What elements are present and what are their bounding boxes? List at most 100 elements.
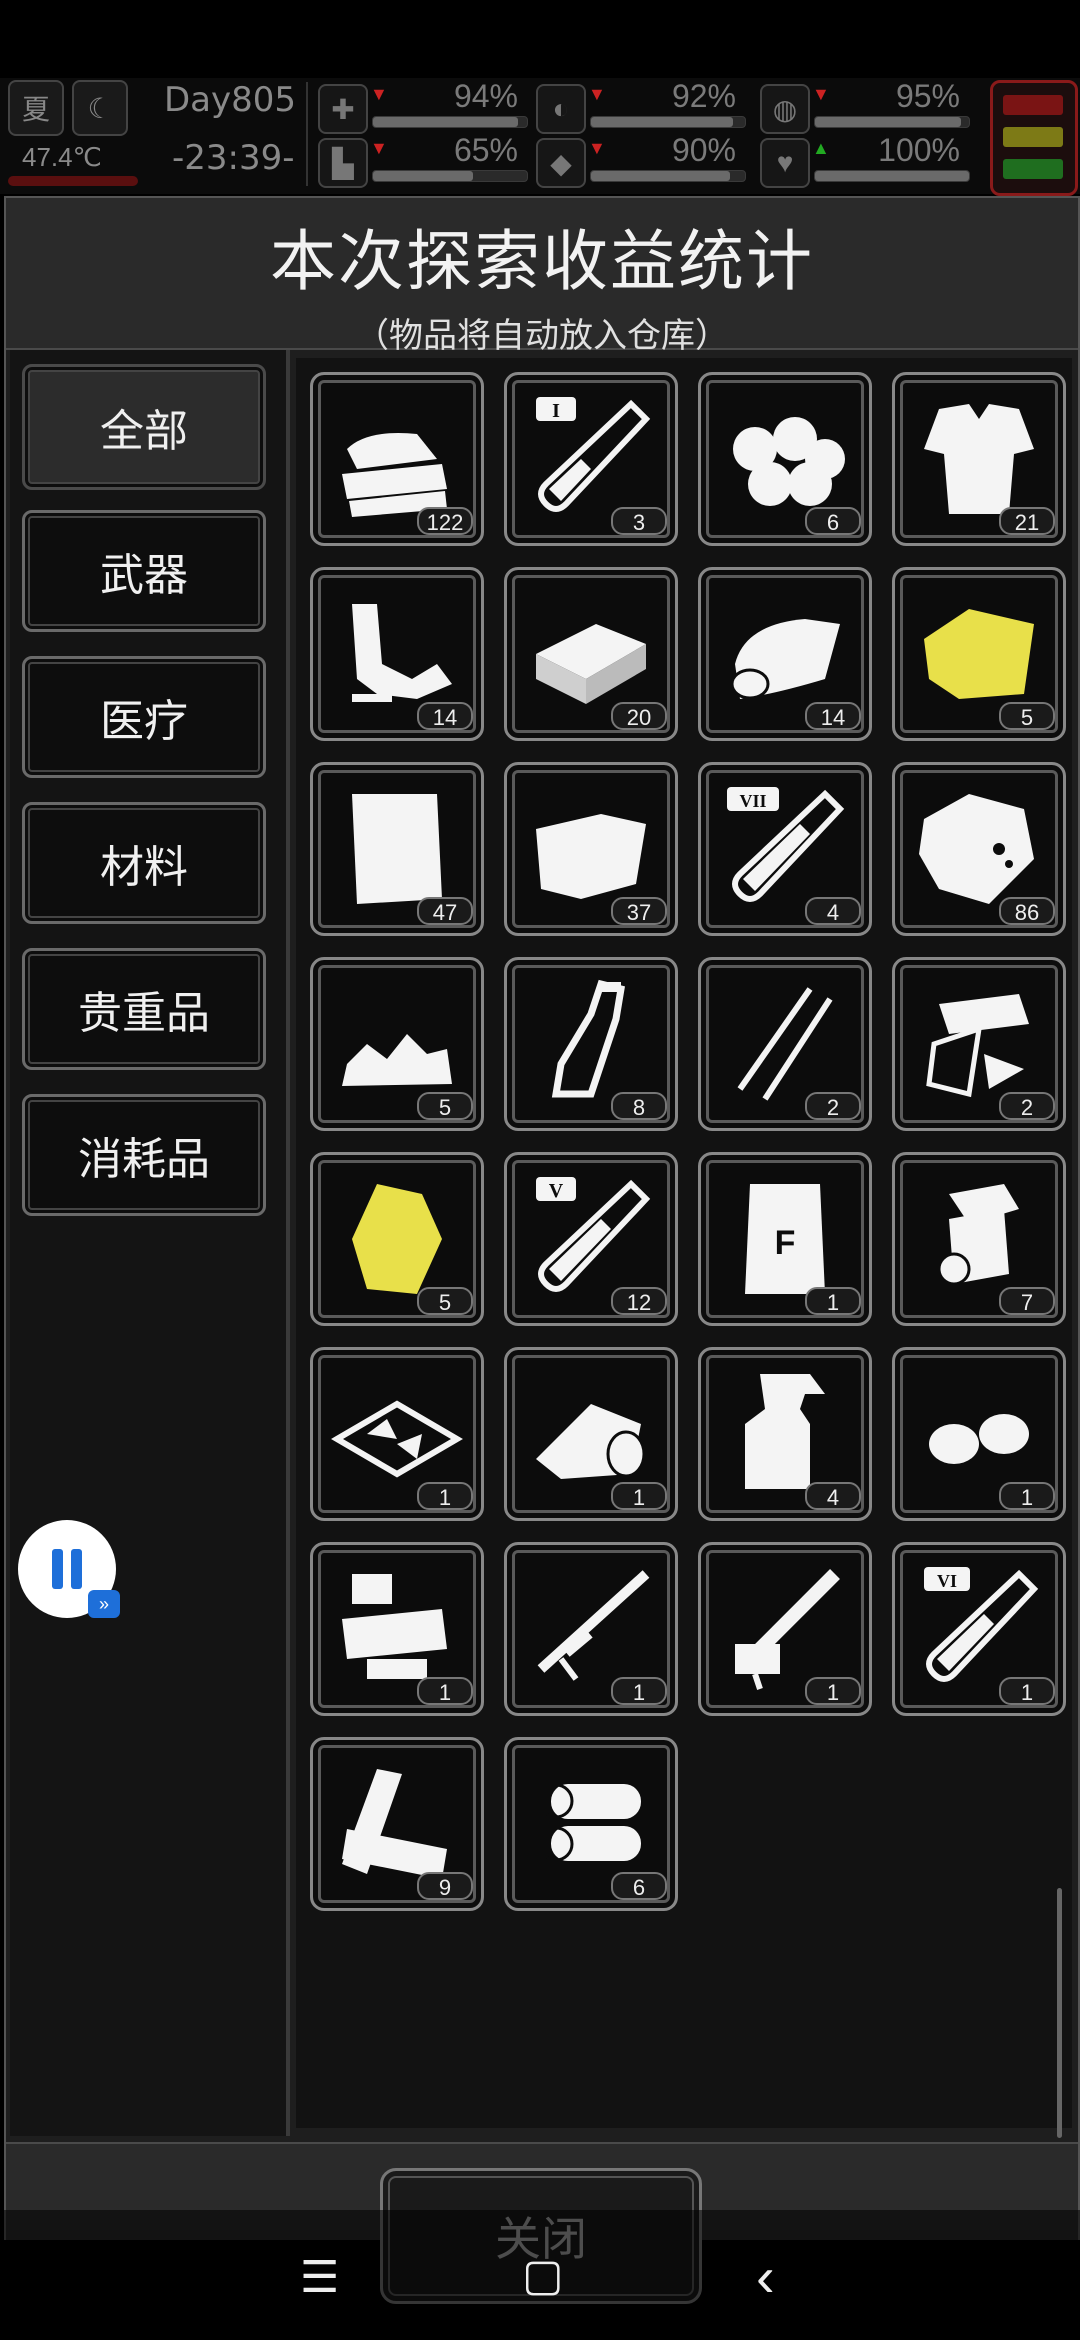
category-tab-medical[interactable]: 医疗 xyxy=(22,656,266,778)
stomach-icon: ◐ xyxy=(536,84,586,134)
hunger-bar-fill xyxy=(591,117,733,127)
svg-text:F: F xyxy=(775,1224,796,1262)
mask-icon: ◍ xyxy=(760,84,810,134)
inventory-item-slot[interactable]: V 12 xyxy=(504,1152,678,1326)
item-count: 4 xyxy=(805,897,861,925)
dialog-title: 本次探索收益统计 xyxy=(270,223,814,300)
stamina-bar-fill xyxy=(373,171,474,181)
inventory-item-slot[interactable]: 47 xyxy=(310,762,484,936)
inventory-item-slot[interactable]: 2 xyxy=(698,957,872,1131)
heart-bar-fill xyxy=(815,171,969,181)
category-tab-valuables[interactable]: 贵重品 xyxy=(22,948,266,1070)
exploration-rewards-dialog: 本次探索收益统计 （物品将自动放入仓库） 全部 武器 医疗 材料 贵重品 消耗品… xyxy=(4,196,1080,2240)
inventory-item-slot[interactable]: 1 xyxy=(310,1542,484,1716)
inventory-item-slot[interactable]: 14 xyxy=(698,567,872,741)
item-count: 7 xyxy=(999,1287,1055,1315)
menu-nav-button[interactable]: ☰ xyxy=(300,2252,339,2303)
item-count: 2 xyxy=(805,1092,861,1120)
thirst-bar xyxy=(590,170,746,182)
mood-value: 95% xyxy=(895,78,960,114)
inventory-item-slot[interactable]: 1 xyxy=(504,1347,678,1521)
inventory-item-slot[interactable]: VII 4 xyxy=(698,762,872,936)
mood-bar xyxy=(814,116,970,128)
home-nav-button[interactable]: ▢ xyxy=(522,2250,564,2301)
thirst-bar-fill xyxy=(591,171,730,181)
item-count: 1 xyxy=(417,1482,473,1510)
svg-text:I: I xyxy=(552,400,560,422)
item-count: 1 xyxy=(805,1677,861,1705)
category-tab-weapons[interactable]: 武器 xyxy=(22,510,266,632)
stamina-bar xyxy=(372,170,528,182)
inventory-item-slot[interactable]: 4 xyxy=(698,1347,872,1521)
inventory-item-slot[interactable]: 5 xyxy=(310,1152,484,1326)
item-count: 1 xyxy=(417,1677,473,1705)
stamina-value: 65% xyxy=(453,132,518,168)
moon-icon: ☾ xyxy=(72,80,128,136)
inventory-item-slot[interactable]: 8 xyxy=(504,957,678,1131)
inventory-item-slot[interactable]: 2 xyxy=(892,957,1066,1131)
system-navigation-bar: ☰ ▢ ‹ xyxy=(0,2210,1080,2340)
svg-text:VI: VI xyxy=(937,1571,957,1591)
inventory-item-slot[interactable]: 1 xyxy=(310,1347,484,1521)
svg-text:V: V xyxy=(549,1180,564,1202)
season-label: 夏 xyxy=(21,94,50,125)
inventory-item-slot[interactable]: 20 xyxy=(504,567,678,741)
temperature-bar xyxy=(8,176,138,186)
inventory-item-slot[interactable]: 37 xyxy=(504,762,678,936)
item-count: 47 xyxy=(417,897,473,925)
heart-bar xyxy=(814,170,970,182)
inventory-item-slot[interactable]: 21 xyxy=(892,372,1066,546)
game-clock: -23:39- xyxy=(172,138,295,178)
system-status-bar xyxy=(0,0,1080,80)
inventory-item-slot[interactable]: 122 xyxy=(310,372,484,546)
item-count: 5 xyxy=(417,1092,473,1120)
pause-icon xyxy=(52,1549,82,1589)
item-count: 12 xyxy=(611,1287,667,1315)
inventory-item-slot[interactable]: 1 xyxy=(504,1542,678,1716)
alert-light-green xyxy=(1003,159,1063,179)
inventory-item-slot[interactable]: 1 xyxy=(698,1542,872,1716)
item-count: 14 xyxy=(805,702,861,730)
game-hud: 夏 ☾ 47.4℃ Day805 -23:39- ✚ ▼ 94% ◐ ▼ 92%… xyxy=(0,78,1080,196)
item-count: 6 xyxy=(805,507,861,535)
item-count: 4 xyxy=(805,1482,861,1510)
item-count: 1 xyxy=(611,1482,667,1510)
day-counter: Day805 xyxy=(164,80,297,120)
inventory-item-slot[interactable]: 6 xyxy=(504,1737,678,1911)
inventory-item-slot[interactable]: 86 xyxy=(892,762,1066,936)
item-grid: 122 I 3 6 21 14 20 14 5 47 37 VII 4 86 5 8… xyxy=(296,358,1072,2138)
alert-light-red xyxy=(1003,95,1063,115)
health-value: 94% xyxy=(453,78,518,114)
grid-scrollbar[interactable] xyxy=(1057,1888,1062,2138)
item-count: 1 xyxy=(999,1482,1055,1510)
heart-value: 100% xyxy=(878,132,960,168)
season-indicator: 夏 xyxy=(8,80,64,136)
alert-light-yellow xyxy=(1003,127,1063,147)
inventory-item-slot[interactable]: 7 xyxy=(892,1152,1066,1326)
item-count: 20 xyxy=(611,702,667,730)
category-tab-all[interactable]: 全部 xyxy=(22,364,266,490)
hunger-bar xyxy=(590,116,746,128)
inventory-item-slot[interactable]: 6 xyxy=(698,372,872,546)
inventory-item-slot[interactable]: 9 xyxy=(310,1737,484,1911)
inventory-item-slot[interactable]: 5 xyxy=(310,957,484,1131)
dialog-header: 本次探索收益统计 （物品将自动放入仓库） xyxy=(6,198,1078,356)
fast-forward-icon[interactable]: » xyxy=(88,1590,120,1618)
inventory-item-slot[interactable]: 14 xyxy=(310,567,484,741)
inventory-item-slot[interactable]: 5 xyxy=(892,567,1066,741)
category-tab-materials[interactable]: 材料 xyxy=(22,802,266,924)
health-bar xyxy=(372,116,528,128)
medkit-icon: ✚ xyxy=(318,84,368,134)
category-tab-consumables[interactable]: 消耗品 xyxy=(22,1094,266,1216)
svg-text:VII: VII xyxy=(739,791,766,811)
item-count: 5 xyxy=(999,702,1055,730)
inventory-item-slot[interactable]: 1 xyxy=(892,1347,1066,1521)
status-alert-indicator[interactable] xyxy=(990,80,1078,196)
inventory-item-slot[interactable]: F 1 xyxy=(698,1152,872,1326)
heart-icon: ♥ xyxy=(760,138,810,188)
back-nav-button[interactable]: ‹ xyxy=(756,2244,775,2309)
item-count: 8 xyxy=(611,1092,667,1120)
inventory-item-slot[interactable]: I 3 xyxy=(504,372,678,546)
inventory-item-slot[interactable]: VI 1 xyxy=(892,1542,1066,1716)
hud-divider xyxy=(306,82,308,186)
